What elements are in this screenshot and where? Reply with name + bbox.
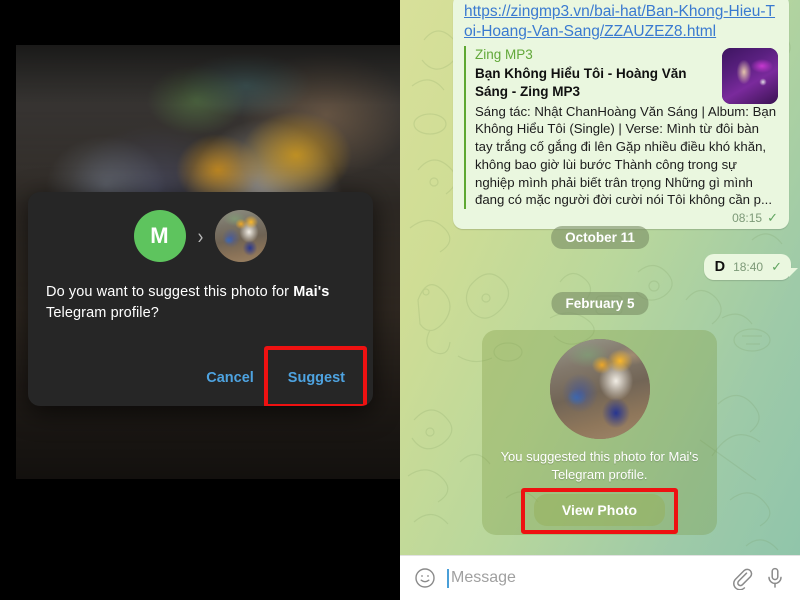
microphone-icon[interactable] [763,566,787,590]
chevron-right-icon: › [197,224,204,248]
bubble-tail [789,268,798,277]
message-placeholder: Message [451,569,516,586]
chat-messages-area: https://zingmp3.vn/bai-hat/Ban-Khong-Hie… [400,0,800,555]
short-message-timestamp: 18:40 [733,260,764,274]
dialog-action-row: Cancel Suggest [192,346,367,406]
delivered-check-icon: ✓ [767,210,778,226]
view-photo-button[interactable]: View Photo [533,493,666,526]
cancel-button[interactable]: Cancel [192,360,268,396]
album-art-thumbnail [722,47,778,104]
suggest-button[interactable]: Suggest [274,360,359,396]
link-preview-message-bubble[interactable]: https://zingmp3.vn/bai-hat/Ban-Khong-Hie… [453,0,789,229]
dialog-message-name: Mai's [293,284,330,300]
suggested-profile-photo-image [549,339,650,439]
suggested-photo-message: You suggested this photo for Mai's Teleg… [482,330,717,535]
dialog-message-prefix: Do you want to suggest this photo for [46,284,294,300]
dialog-avatar-row: M › [28,192,373,262]
short-message-check-icon: ✓ [771,259,782,274]
dialog-message-text: Do you want to suggest this photo for Ma… [28,262,373,324]
dialog-message-suffix: Telegram profile? [46,305,159,322]
message-timestamp: 08:15 [732,210,763,225]
date-separator-october-11: October 11 [551,226,649,249]
paperclip-icon[interactable] [729,566,753,590]
suggest-photo-dialog: M › Do you want to suggest this photo fo… [28,192,373,406]
contact-initial-avatar: M [133,210,186,262]
short-message-text: D [714,259,726,275]
text-caret [447,568,449,588]
emoji-icon[interactable] [413,566,437,590]
suggested-photo-avatar [215,210,268,262]
message-input-bar: Message [400,555,800,600]
link-preview-description: Sáng tác: Nhật ChanHoàng Văn Sáng | Albu… [475,103,777,208]
message-input-field[interactable]: Message [447,568,719,588]
screenshot-root: M › Do you want to suggest this photo fo… [0,0,800,600]
short-outgoing-message-bubble[interactable]: D 18:40 ✓ [703,254,791,280]
date-separator-february-5: February 5 [551,292,649,315]
shared-link-url[interactable]: https://zingmp3.vn/bai-hat/Ban-Khong-Hie… [464,2,780,42]
link-message-meta: 08:15 ✓ [464,209,780,225]
right-panel-chat: https://zingmp3.vn/bai-hat/Ban-Khong-Hie… [400,0,800,600]
suggested-photo-caption: You suggested this photo for Mai's Teleg… [500,449,699,482]
suggest-button-wrapper: Suggest [263,346,367,406]
photo-top-shade [16,45,400,105]
suggested-profile-photo[interactable] [549,339,650,439]
left-panel-photo-viewer: M › Do you want to suggest this photo fo… [0,0,400,600]
suggested-photo-avatar-image [215,210,268,262]
album-art-image [722,47,778,104]
link-preview-card[interactable]: Zing MP3 Bạn Không Hiểu Tôi - Hoàng Văn … [464,45,780,209]
view-photo-button-wrapper: View Photo [520,487,679,534]
